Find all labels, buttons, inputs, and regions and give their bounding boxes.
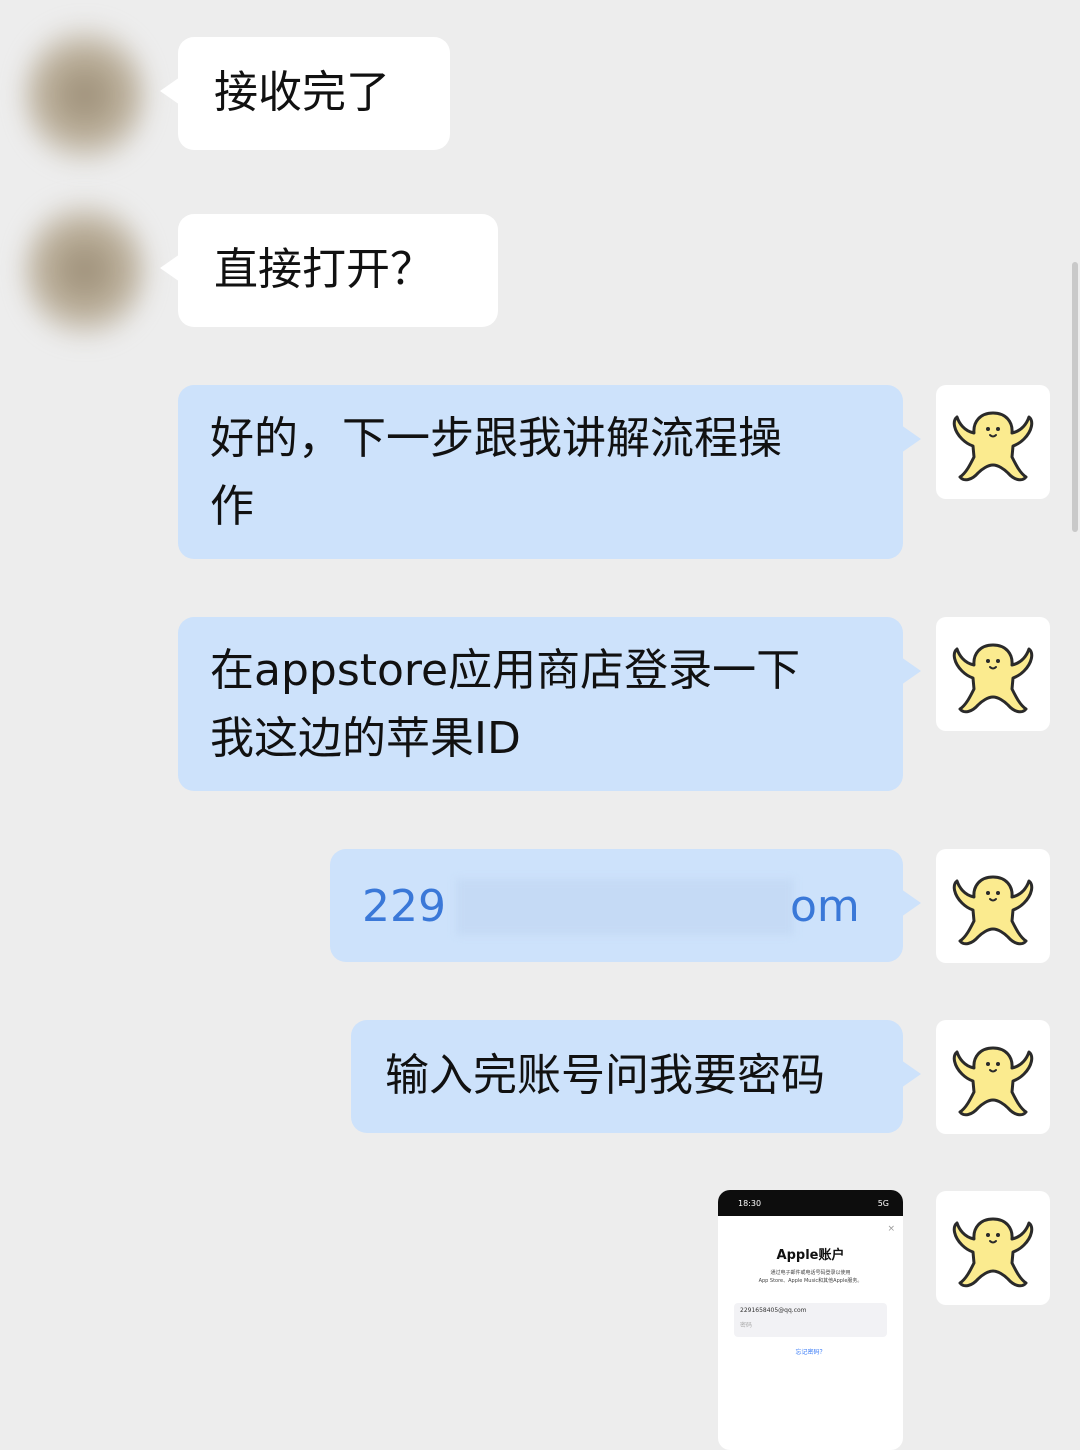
message-bubble[interactable]: 直接打开？: [160, 214, 498, 327]
thumb-account-field: 2291658405@qq.com 密码: [734, 1303, 887, 1337]
user-avatar[interactable]: [936, 385, 1050, 499]
email-redaction: [456, 879, 794, 935]
thumb-time: 18:30: [738, 1198, 762, 1208]
message-text: 直接打开？: [214, 244, 434, 295]
contact-avatar[interactable]: [20, 195, 150, 345]
message-text: 接收完了: [214, 67, 390, 118]
thumb-subtitle-line: App Store、Apple Music和其他Apple服务。: [758, 1278, 863, 1284]
message-text-line: 好的，下一步跟我讲解流程操: [210, 413, 782, 464]
message-bubble[interactable]: 接收完了: [160, 37, 450, 150]
thumb-subtitle: 通过电子邮件或电话号码登录以使用 App Store、Apple Music和其…: [728, 1269, 893, 1285]
scrollbar[interactable]: [1072, 262, 1078, 532]
email-link-end[interactable]: om: [790, 873, 860, 941]
message-text: 输入完账号问我要密码: [385, 1050, 825, 1101]
thumb-title: Apple账户: [776, 1248, 845, 1263]
yellow-mascot-avatar-icon: [952, 411, 1034, 482]
message-bubble[interactable]: 输入完账号问我要密码: [351, 1020, 921, 1133]
message-bubble[interactable]: 在appstore应用商店登录一下 我这边的苹果ID: [178, 617, 921, 791]
thumb-status-bar: 18:30 5G: [718, 1190, 903, 1216]
email-message-bubble[interactable]: 229 om: [330, 849, 921, 962]
message-text-line: 在appstore应用商店登录一下: [210, 645, 801, 696]
thumb-subtitle-line: 通过电子邮件或电话号码登录以使用: [770, 1270, 851, 1276]
email-link-start[interactable]: 229: [362, 873, 446, 941]
thumb-signal: 5G: [877, 1198, 889, 1208]
message-bubble[interactable]: 好的，下一步跟我讲解流程操 作: [178, 385, 921, 559]
yellow-mascot-avatar-icon: [952, 643, 1034, 714]
thumb-forgot-link: 忘记密码？: [795, 1349, 826, 1356]
thumb-account-value: 2291658405@qq.com: [740, 1307, 807, 1314]
thumb-password-placeholder: 密码: [740, 1322, 753, 1329]
user-avatar[interactable]: [936, 617, 1050, 731]
user-avatar[interactable]: [936, 1020, 1050, 1134]
user-avatar[interactable]: [936, 1191, 1050, 1305]
contact-avatar[interactable]: [20, 20, 150, 170]
user-avatar[interactable]: [936, 849, 1050, 963]
screenshot-image-message[interactable]: 18:30 5G × Apple账户 通过电子邮件或电话号码登录以使用 App …: [718, 1190, 903, 1450]
yellow-mascot-avatar-icon: [952, 875, 1034, 946]
message-text-line: 我这边的苹果ID: [210, 713, 521, 764]
yellow-mascot-avatar-icon: [952, 1046, 1034, 1117]
yellow-mascot-avatar-icon: [952, 1217, 1034, 1288]
message-text-line: 作: [210, 481, 254, 532]
close-icon: ×: [887, 1224, 895, 1234]
